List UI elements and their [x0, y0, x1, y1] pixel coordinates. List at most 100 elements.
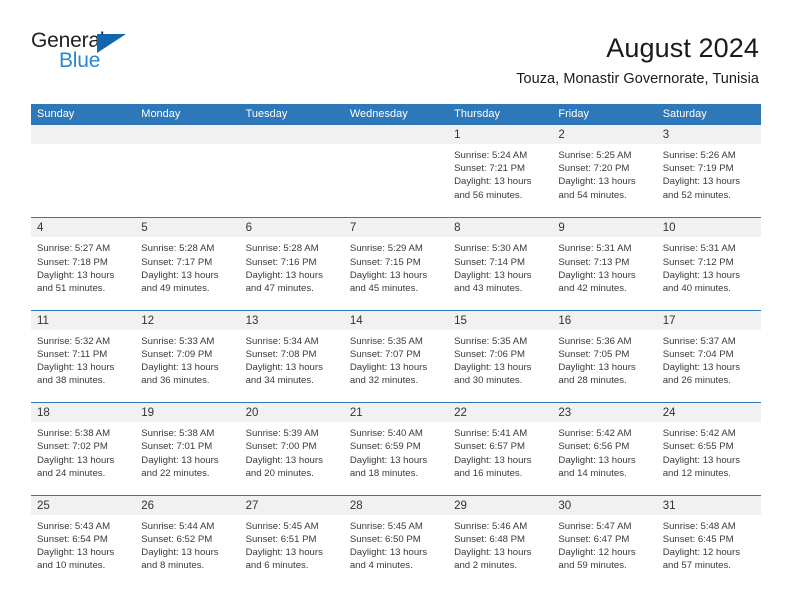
- daylight-text-line2: and 30 minutes.: [454, 375, 523, 387]
- day-cell[interactable]: 5 Sunrise: 5:28 AM Sunset: 7:17 PM Daylight…: [135, 218, 240, 310]
- day-cell[interactable]: 28 Sunrise: 5:45 AM Sunset: 6:50 PM Dayligh…: [343, 495, 449, 587]
- day-details: Sunrise: 5:30 AM Sunset: 7:14 PM Daylight:…: [448, 237, 552, 295]
- sunset-text: Sunset: 6:55 PM: [662, 441, 734, 453]
- day-cell[interactable]: 18 Sunrise: 5:38 AM Sunset: 7:02 PM Dayligh…: [31, 403, 136, 495]
- daylight-text-line2: and 36 minutes.: [141, 375, 210, 387]
- day-cell[interactable]: 21 Sunrise: 5:40 AM Sunset: 6:59 PM Dayligh…: [343, 403, 449, 495]
- sunset-text: Sunset: 7:08 PM: [245, 348, 317, 360]
- daylight-text-line1: Daylight: 13 hours: [37, 269, 115, 281]
- day-cell[interactable]: 9 Sunrise: 5:31 AM Sunset: 7:13 PM Daylight…: [552, 218, 657, 310]
- date-number: 9: [558, 222, 565, 235]
- day-cell[interactable]: 4 Sunrise: 5:27 AM Sunset: 7:18 PM Daylight…: [31, 218, 136, 310]
- daylight-text-line2: and 52 minutes.: [662, 189, 731, 201]
- sunset-text: Sunset: 7:16 PM: [245, 256, 317, 268]
- daylight-text-line2: and 28 minutes.: [558, 375, 627, 387]
- sunrise-text: Sunrise: 5:33 AM: [141, 335, 215, 347]
- day-cell[interactable]: 20 Sunrise: 5:39 AM Sunset: 7:00 PM Dayligh…: [239, 403, 344, 495]
- day-cell[interactable]: 16 Sunrise: 5:36 AM Sunset: 7:05 PM Dayligh…: [552, 310, 657, 403]
- day-cell[interactable]: 11 Sunrise: 5:32 AM Sunset: 7:11 PM Dayligh…: [31, 310, 136, 403]
- sunrise-text: Sunrise: 5:27 AM: [37, 243, 111, 255]
- sunrise-text: Sunrise: 5:37 AM: [662, 335, 736, 347]
- day-cell[interactable]: 26 Sunrise: 5:44 AM Sunset: 6:52 PM Dayligh…: [135, 495, 240, 587]
- day-cell[interactable]: 23 Sunrise: 5:42 AM Sunset: 6:56 PM Dayligh…: [552, 403, 657, 495]
- sunset-text: Sunset: 6:51 PM: [245, 533, 317, 545]
- date-number-band: 2: [552, 125, 657, 144]
- location-subtitle: Touza, Monastir Governorate, Tunisia: [516, 71, 759, 87]
- day-cell[interactable]: 30 Sunrise: 5:47 AM Sunset: 6:47 PM Dayligh…: [552, 495, 657, 587]
- day-cell[interactable]: 10 Sunrise: 5:31 AM Sunset: 7:12 PM Dayligh…: [656, 218, 761, 310]
- daylight-text-line2: and 42 minutes.: [558, 283, 627, 294]
- daylight-text-line1: Daylight: 13 hours: [454, 362, 532, 374]
- week-row: 4 Sunrise: 5:27 AM Sunset: 7:18 PM Daylight…: [31, 217, 761, 310]
- date-number-band: 3: [656, 125, 761, 144]
- sunrise-text: Sunrise: 5:25 AM: [558, 150, 632, 161]
- day-cell[interactable]: 29 Sunrise: 5:46 AM Sunset: 6:48 PM Dayligh…: [448, 495, 553, 587]
- date-number: 21: [349, 407, 363, 420]
- day-cell[interactable]: 19 Sunrise: 5:38 AM Sunset: 7:01 PM Dayligh…: [135, 403, 240, 495]
- sunrise-text: Sunrise: 5:31 AM: [558, 243, 632, 255]
- daylight-text-line1: Daylight: 13 hours: [141, 454, 219, 466]
- date-number-band: 13: [239, 310, 344, 330]
- day-details: Sunrise: 5:28 AM Sunset: 7:16 PM Daylight:…: [240, 237, 344, 295]
- daylight-text-line1: Daylight: 13 hours: [558, 269, 636, 281]
- general-blue-logo[interactable]: General Blue: [31, 30, 146, 76]
- day-details: [135, 144, 239, 149]
- day-cell[interactable]: 2 Sunrise: 5:25 AM Sunset: 7:20 PM Daylight…: [552, 125, 657, 218]
- sunset-text: Sunset: 7:14 PM: [454, 256, 526, 268]
- sunset-text: Sunset: 6:48 PM: [454, 533, 526, 545]
- daylight-text-line1: Daylight: 12 hours: [662, 546, 741, 558]
- day-details: Sunrise: 5:36 AM Sunset: 7:05 PM Daylight:…: [552, 330, 656, 388]
- date-number-band: 20: [239, 403, 344, 423]
- day-cell[interactable]: 15 Sunrise: 5:35 AM Sunset: 7:06 PM Dayligh…: [448, 310, 553, 403]
- sunrise-text: Sunrise: 5:35 AM: [349, 335, 423, 347]
- sunset-text: Sunset: 7:15 PM: [349, 256, 421, 268]
- date-number: 12: [141, 314, 155, 327]
- sunset-text: Sunset: 7:02 PM: [37, 441, 108, 453]
- sunrise-text: Sunrise: 5:28 AM: [141, 243, 215, 255]
- day-cell[interactable]: 3 Sunrise: 5:26 AM Sunset: 7:19 PM Daylight…: [656, 125, 761, 218]
- date-number: 15: [454, 314, 467, 327]
- date-number-band: 17: [656, 310, 761, 330]
- day-cell[interactable]: 8 Sunrise: 5:30 AM Sunset: 7:14 PM Daylight…: [448, 218, 553, 310]
- daylight-text-line2: and 12 minutes.: [662, 467, 731, 479]
- day-cell[interactable]: 13 Sunrise: 5:34 AM Sunset: 7:08 PM Dayligh…: [239, 310, 344, 403]
- day-cell[interactable]: 24 Sunrise: 5:42 AM Sunset: 6:55 PM Dayligh…: [656, 403, 761, 495]
- day-cell[interactable]: 22 Sunrise: 5:41 AM Sunset: 6:57 PM Dayligh…: [448, 403, 553, 495]
- day-cell[interactable]: 17 Sunrise: 5:37 AM Sunset: 7:04 PM Dayligh…: [656, 310, 761, 403]
- day-cell[interactable]: 12 Sunrise: 5:33 AM Sunset: 7:09 PM Dayligh…: [135, 310, 240, 403]
- sunset-text: Sunset: 7:21 PM: [454, 163, 526, 175]
- day-cell[interactable]: 27 Sunrise: 5:45 AM Sunset: 6:51 PM Dayligh…: [239, 495, 344, 587]
- weekday-header-wednesday: Wednesday: [349, 108, 408, 120]
- date-number-band: 12: [135, 310, 240, 330]
- date-number: 22: [454, 407, 467, 420]
- day-details: [344, 144, 448, 149]
- day-details: Sunrise: 5:35 AM Sunset: 7:06 PM Daylight:…: [448, 330, 552, 388]
- daylight-text-line1: Daylight: 13 hours: [662, 362, 741, 374]
- sunrise-text: Sunrise: 5:31 AM: [662, 243, 736, 255]
- day-cell[interactable]: 6 Sunrise: 5:28 AM Sunset: 7:16 PM Daylight…: [239, 218, 344, 310]
- daylight-text-line1: Daylight: 13 hours: [349, 546, 428, 558]
- daylight-text-line2: and 56 minutes.: [454, 189, 523, 201]
- weeks-container: 1 Sunrise: 5:24 AM Sunset: 7:21 PM Daylight…: [31, 125, 761, 587]
- daylight-text-line1: Daylight: 13 hours: [454, 454, 532, 466]
- daylight-text-line1: Daylight: 13 hours: [558, 454, 636, 466]
- day-cell[interactable]: 25 Sunrise: 5:43 AM Sunset: 6:54 PM Dayligh…: [31, 495, 136, 587]
- sunset-text: Sunset: 6:57 PM: [454, 441, 526, 453]
- daylight-text-line1: Daylight: 13 hours: [349, 454, 428, 466]
- day-cell[interactable]: 31 Sunrise: 5:48 AM Sunset: 6:45 PM Dayligh…: [656, 495, 761, 587]
- sunset-text: Sunset: 7:19 PM: [662, 163, 734, 175]
- daylight-text-line1: Daylight: 13 hours: [37, 454, 115, 466]
- date-number: 23: [558, 407, 572, 420]
- daylight-text-line2: and 47 minutes.: [245, 283, 314, 294]
- day-details: Sunrise: 5:29 AM Sunset: 7:15 PM Daylight:…: [344, 237, 448, 295]
- sunrise-text: Sunrise: 5:40 AM: [349, 428, 423, 440]
- day-cell[interactable]: 7 Sunrise: 5:29 AM Sunset: 7:15 PM Daylight…: [343, 218, 449, 310]
- sunset-text: Sunset: 7:01 PM: [141, 441, 213, 453]
- day-cell[interactable]: 14 Sunrise: 5:35 AM Sunset: 7:07 PM Dayligh…: [343, 310, 449, 403]
- daylight-text-line2: and 22 minutes.: [141, 467, 210, 479]
- date-number: 16: [558, 314, 572, 327]
- day-cell[interactable]: 1 Sunrise: 5:24 AM Sunset: 7:21 PM Daylight…: [448, 125, 553, 218]
- sunrise-text: Sunrise: 5:36 AM: [558, 335, 632, 347]
- day-details: Sunrise: 5:34 AM Sunset: 7:08 PM Daylight:…: [240, 330, 344, 388]
- date-number-band: 23: [552, 403, 657, 423]
